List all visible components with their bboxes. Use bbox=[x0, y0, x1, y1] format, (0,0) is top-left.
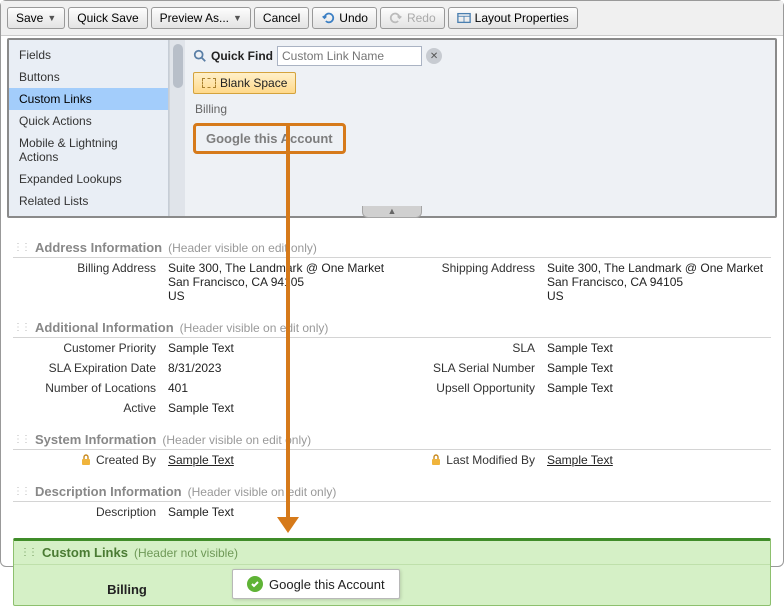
section-note: (Header visible on edit only) bbox=[168, 241, 317, 255]
sidebar-item-buttons[interactable]: Buttons bbox=[9, 66, 168, 88]
field-value: Sample Text bbox=[547, 341, 771, 355]
section-title: Description Information bbox=[35, 484, 182, 499]
field-value: Sample Text bbox=[547, 453, 771, 467]
palette-content: Quick Find ✕ Blank Space Billing Google … bbox=[185, 40, 775, 216]
section-description: ⋮⋮ Description Information (Header visible… bbox=[13, 484, 771, 522]
field-value: Sample Text bbox=[168, 453, 392, 467]
drag-grip-icon[interactable]: ⋮⋮ bbox=[13, 322, 29, 333]
blank-space-item[interactable]: Blank Space bbox=[193, 72, 296, 94]
lock-icon bbox=[80, 454, 92, 466]
blank-space-icon bbox=[202, 78, 216, 88]
layout-sections: ⋮⋮ Address Information (Header visible on … bbox=[1, 224, 783, 608]
section-note: (Header visible on edit only) bbox=[188, 485, 337, 499]
field-value: Sample Text bbox=[168, 401, 392, 415]
section-address: ⋮⋮ Address Information (Header visible on … bbox=[13, 240, 771, 306]
cancel-button[interactable]: Cancel bbox=[254, 7, 309, 29]
field-label: SLA bbox=[392, 341, 547, 355]
field-label: Number of Locations bbox=[13, 381, 168, 395]
section-title: Custom Links bbox=[42, 545, 128, 560]
quick-find-input[interactable] bbox=[277, 46, 422, 66]
field-label: SLA Serial Number bbox=[392, 361, 547, 375]
quick-save-button[interactable]: Quick Save bbox=[68, 7, 147, 29]
drag-grip-icon[interactable]: ⋮⋮ bbox=[13, 434, 29, 445]
field-value: Sample Text bbox=[547, 361, 771, 375]
clear-icon[interactable]: ✕ bbox=[426, 48, 442, 64]
preview-as-button[interactable]: Preview As...▼ bbox=[151, 7, 251, 29]
palette-panel: Fields Buttons Custom Links Quick Action… bbox=[7, 38, 777, 218]
sidebar-item-related-lists[interactable]: Related Lists bbox=[9, 190, 168, 212]
search-icon bbox=[193, 49, 207, 63]
field-value: 8/31/2023 bbox=[168, 361, 392, 375]
sidebar-item-mobile-lightning-actions[interactable]: Mobile & Lightning Actions bbox=[9, 132, 168, 168]
sidebar-item-expanded-lookups[interactable]: Expanded Lookups bbox=[9, 168, 168, 190]
sidebar-item-custom-links[interactable]: Custom Links bbox=[9, 88, 168, 110]
checkmark-icon bbox=[247, 576, 263, 592]
drag-grip-icon[interactable]: ⋮⋮ bbox=[20, 547, 36, 558]
field-value: Suite 300, The Landmark @ One Market San… bbox=[547, 261, 771, 303]
palette-collapse-handle[interactable]: ▲ bbox=[362, 206, 422, 218]
layout-icon bbox=[457, 11, 471, 25]
undo-icon bbox=[321, 11, 335, 25]
drag-grip-icon[interactable]: ⋮⋮ bbox=[13, 242, 29, 253]
annotation-arrow-head bbox=[277, 517, 299, 533]
field-label: SLA Expiration Date bbox=[13, 361, 168, 375]
dropdown-arrow-icon: ▼ bbox=[233, 13, 242, 23]
section-note: (Header not visible) bbox=[134, 546, 238, 560]
section-title: System Information bbox=[35, 432, 156, 447]
sidebar-item-fields[interactable]: Fields bbox=[9, 44, 168, 66]
field-value: 401 bbox=[168, 381, 392, 395]
field-label: Upsell Opportunity bbox=[392, 381, 547, 395]
layout-properties-button[interactable]: Layout Properties bbox=[448, 7, 578, 29]
lock-icon bbox=[430, 454, 442, 466]
field-value: Sample Text bbox=[547, 381, 771, 395]
section-title: Additional Information bbox=[35, 320, 174, 335]
field-label: Created By bbox=[13, 453, 168, 467]
drag-grip-icon[interactable]: ⋮⋮ bbox=[13, 486, 29, 497]
field-label: Billing Address bbox=[13, 261, 168, 303]
sidebar-scrollbar[interactable] bbox=[169, 40, 185, 216]
save-button[interactable]: Save▼ bbox=[7, 7, 65, 29]
field-label: Last Modified By bbox=[392, 453, 547, 467]
field-label: Shipping Address bbox=[392, 261, 547, 303]
custom-link-billing[interactable]: Billing bbox=[22, 572, 232, 597]
field-label: Description bbox=[13, 505, 168, 519]
section-additional: ⋮⋮ Additional Information (Header visible … bbox=[13, 320, 771, 418]
quick-find-label: Quick Find bbox=[211, 49, 273, 63]
section-title: Address Information bbox=[35, 240, 162, 255]
field-label: Active bbox=[13, 401, 168, 415]
field-value: Suite 300, The Landmark @ One Market San… bbox=[168, 261, 392, 303]
scrollbar-thumb[interactable] bbox=[173, 44, 183, 88]
palette-item-google-this-account[interactable]: Google this Account bbox=[193, 123, 346, 154]
redo-button[interactable]: Redo bbox=[380, 7, 445, 29]
annotation-arrow bbox=[286, 125, 290, 523]
toolbar: Save▼ Quick Save Preview As...▼ Cancel U… bbox=[1, 1, 783, 36]
sidebar-item-quick-actions[interactable]: Quick Actions bbox=[9, 110, 168, 132]
field-value: Sample Text bbox=[168, 341, 392, 355]
palette-item-billing[interactable]: Billing bbox=[193, 99, 767, 119]
section-custom-links: ⋮⋮ Custom Links (Header not visible) Billi… bbox=[13, 538, 771, 606]
custom-link-dropped[interactable]: Google this Account bbox=[232, 569, 400, 599]
dropdown-arrow-icon: ▼ bbox=[47, 13, 56, 23]
palette-sidebar: Fields Buttons Custom Links Quick Action… bbox=[9, 40, 169, 216]
section-note: (Header visible on edit only) bbox=[180, 321, 329, 335]
undo-button[interactable]: Undo bbox=[312, 7, 377, 29]
field-label: Customer Priority bbox=[13, 341, 168, 355]
section-system: ⋮⋮System Information(Header visible on e… bbox=[13, 432, 771, 470]
redo-icon bbox=[389, 11, 403, 25]
